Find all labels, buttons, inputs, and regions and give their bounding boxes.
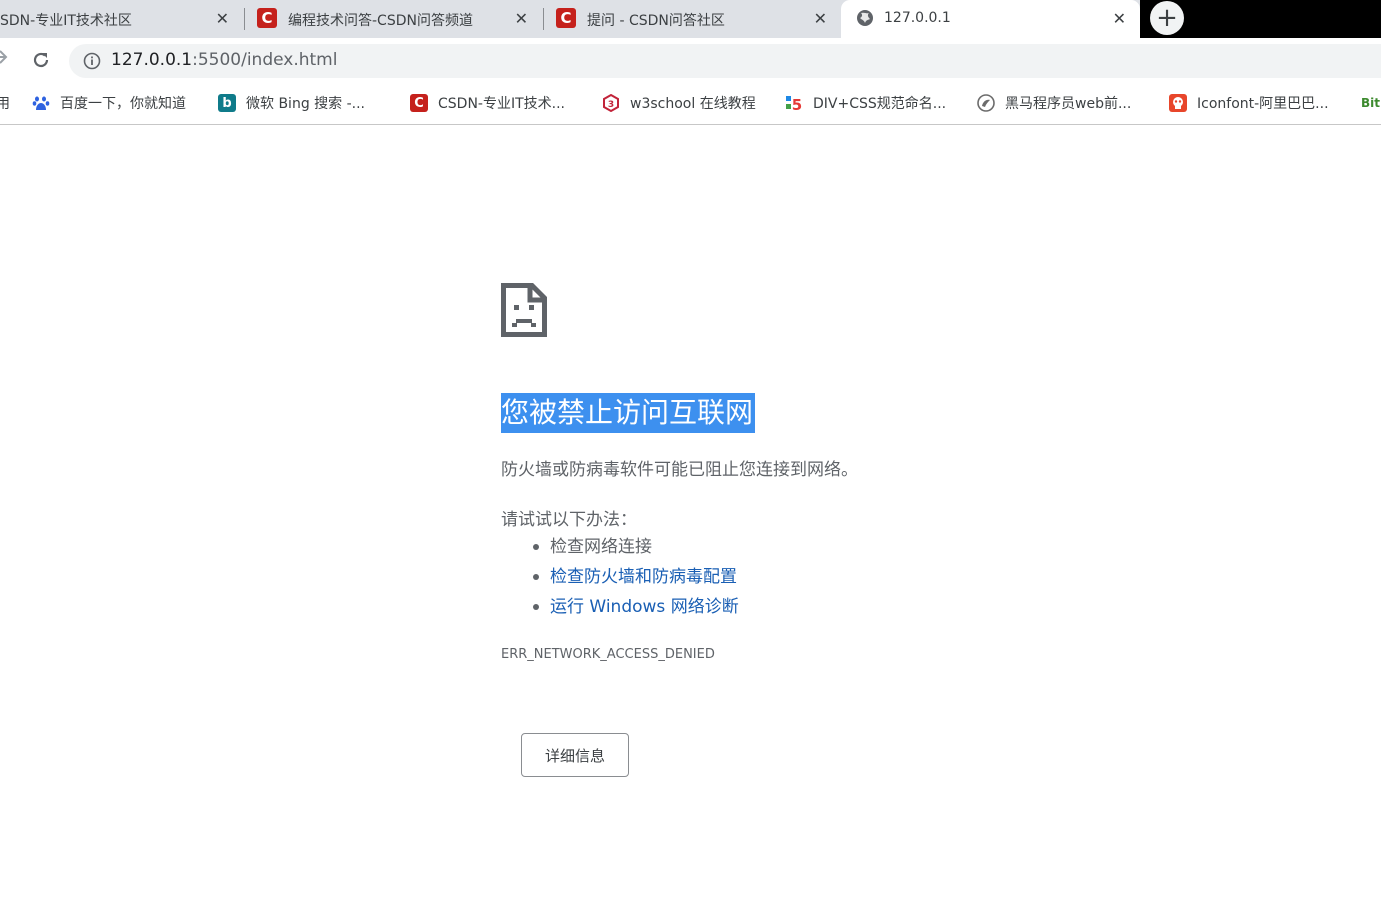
bookmark-iconfont[interactable]: Iconfont-阿里巴巴... <box>1169 92 1329 114</box>
bookmark-bing[interactable]: b 微软 Bing 搜索 -... <box>218 92 365 114</box>
svg-text:5: 5 <box>792 96 802 112</box>
tab-title: 提问 - CSDN问答社区 <box>587 13 725 29</box>
arrow-right-icon <box>0 50 8 64</box>
suggestions-heading: 请试试以下办法： <box>501 510 637 530</box>
tab-localhost[interactable]: 127.0.0.1 ✕ <box>841 0 1140 38</box>
bookmark-heima[interactable]: 黑马程序员web前... <box>977 92 1131 114</box>
bookmark-label: 微软 Bing 搜索 -... <box>246 96 366 112</box>
suggestion-link[interactable]: 运行 Windows 网络诊断 <box>550 597 739 617</box>
suggestion-check-firewall[interactable]: 检查防火墙和防病毒配置 <box>501 562 739 592</box>
toolbar: 127.0.0.1:5500/index.html <box>0 38 1381 82</box>
html5-icon: 5 <box>785 94 803 112</box>
forward-button[interactable] <box>0 48 8 71</box>
error-description: 防火墙或防病毒软件可能已阻止您连接到网络。 <box>501 460 858 480</box>
bookmark-apps[interactable]: 用 <box>0 92 10 114</box>
bookmark-label: DIV+CSS规范命名... <box>813 96 947 112</box>
suggestions-list: 检查网络连接 检查防火墙和防病毒配置 运行 Windows 网络诊断 <box>501 532 739 622</box>
suggestion-run-diagnostics[interactable]: 运行 Windows 网络诊断 <box>501 592 739 622</box>
csdn-icon: C <box>257 8 277 28</box>
bookmark-label: 百度一下，你就知道 <box>60 96 186 112</box>
bookmark-label: Iconfont-阿里巴巴... <box>1197 96 1329 112</box>
bookmark-w3school[interactable]: 3 w3school 在线教程 <box>602 92 756 114</box>
url-path: :5500/index.html <box>192 50 338 70</box>
tab-close-icon[interactable]: ✕ <box>814 9 827 28</box>
tab-title: 编程技术问答-CSDN问答频道 <box>288 13 473 29</box>
tab-csdn-home[interactable]: SDN-专业IT技术社区 ✕ <box>0 0 243 38</box>
iconfont-icon <box>1169 94 1187 112</box>
tab-csdn-qa[interactable]: C 编程技术问答-CSDN问答频道 ✕ <box>245 0 542 38</box>
csdn-icon: C <box>410 94 428 112</box>
tab-close-icon[interactable]: ✕ <box>1113 9 1126 28</box>
tab-title: 127.0.0.1 <box>884 10 951 26</box>
error-title: 您被禁止访问互联网 <box>501 393 756 433</box>
suggestion-link[interactable]: 检查防火墙和防病毒配置 <box>550 567 737 587</box>
info-icon[interactable] <box>83 52 101 70</box>
bookmark-label: 黑马程序员web前... <box>1005 96 1132 112</box>
baidu-icon <box>32 94 50 112</box>
tab-close-icon[interactable]: ✕ <box>515 9 528 28</box>
plus-icon: + <box>1156 3 1178 33</box>
new-tab-button[interactable]: + <box>1150 1 1184 35</box>
bookmark-label: 用 <box>0 93 10 113</box>
w3school-icon: 3 <box>602 94 620 112</box>
url-text[interactable]: 127.0.0.1:5500/index.html <box>111 50 337 70</box>
suggestion-check-connection: 检查网络连接 <box>501 532 739 562</box>
sad-document-icon <box>501 283 547 337</box>
bookmark-baidu[interactable]: 百度一下，你就知道 <box>32 92 186 114</box>
bookmarks-bar: 用 百度一下，你就知道 b 微软 Bing 搜索 -... C CSDN-专业I… <box>0 82 1381 125</box>
bookmark-csdn[interactable]: C CSDN-专业IT技术... <box>410 92 565 114</box>
reload-icon[interactable] <box>30 49 52 71</box>
address-bar[interactable]: 127.0.0.1:5500/index.html <box>69 44 1381 78</box>
tab-csdn-ask[interactable]: C 提问 - CSDN问答社区 ✕ <box>544 0 841 38</box>
error-code: ERR_NETWORK_ACCESS_DENIED <box>501 647 715 662</box>
globe-icon <box>857 10 873 26</box>
suggestion-text: 检查网络连接 <box>550 537 652 557</box>
bookmark-label: Bit <box>1361 96 1380 110</box>
tab-title: SDN-专业IT技术社区 <box>0 13 132 29</box>
bookmark-label: CSDN-专业IT技术... <box>438 96 565 112</box>
bing-icon: b <box>218 94 236 112</box>
bookmark-bit[interactable]: Bit <box>1361 92 1380 114</box>
tab-close-icon[interactable]: ✕ <box>216 9 229 28</box>
heima-icon <box>977 94 995 112</box>
url-host: 127.0.0.1 <box>111 50 193 70</box>
svg-text:3: 3 <box>608 100 614 110</box>
bookmark-label: w3school 在线教程 <box>630 96 756 112</box>
bookmark-divcss[interactable]: 5 DIV+CSS规范命名... <box>785 92 946 114</box>
details-button[interactable]: 详细信息 <box>521 733 629 777</box>
csdn-icon: C <box>556 8 576 28</box>
tab-strip: SDN-专业IT技术社区 ✕ C 编程技术问答-CSDN问答频道 ✕ C 提问 … <box>0 0 1381 38</box>
